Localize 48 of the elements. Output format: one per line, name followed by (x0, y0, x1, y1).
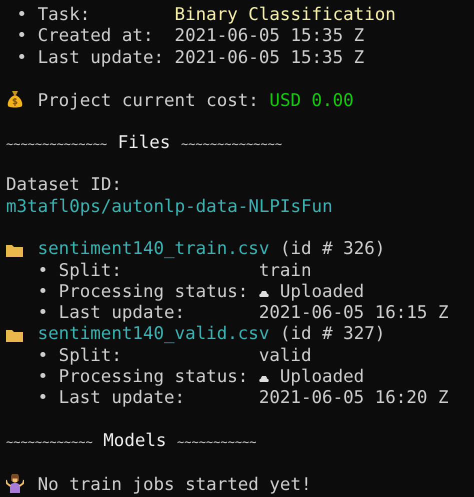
bullet: • (38, 303, 50, 324)
file-name: sentiment140_train.csv (38, 239, 270, 260)
bullet: • (38, 346, 50, 368)
tilde-rule: ~~~~~~~~~~~ (177, 434, 256, 449)
bullet: • (16, 26, 28, 48)
cloud-icon (258, 290, 269, 297)
section-title: Models (103, 430, 166, 451)
field-value: Binary Classification (174, 5, 396, 25)
bullet: • (38, 282, 50, 304)
bullet: • (38, 388, 50, 410)
tilde-rule: ~~~~~~~~~~~~~~ (6, 136, 108, 151)
field-label: Task: (38, 5, 92, 26)
dataset-label: Dataset ID: (6, 175, 122, 196)
field-value: 2021-06-05 16:15 Z (258, 303, 448, 324)
section-title: Files (118, 132, 170, 153)
cost-value: USD 0.00 (269, 91, 354, 112)
file-name: sentiment140_valid.csv (38, 324, 270, 344)
field-label: Last update: (38, 48, 166, 69)
bullet: • (38, 367, 50, 388)
field-label: Last update: (58, 388, 186, 410)
folder-icon (6, 244, 23, 258)
status-message: No train jobs started yet! (38, 474, 312, 495)
field-label: Last update: (58, 303, 186, 324)
field-label: Created at: (38, 26, 154, 48)
field-value: 2021-06-05 15:35 Z (174, 26, 364, 46)
field-value: Uploaded (280, 282, 364, 302)
cost-label: Project current cost: (38, 91, 259, 112)
file-id: (id # 327) (280, 324, 386, 344)
field-value: 2021-06-05 16:20 Z (258, 388, 448, 408)
dataset-id: m3tafl0ps/autonlp-data-NLPIsFun (6, 196, 333, 217)
field-label: Split: (58, 260, 123, 282)
field-value: train (258, 260, 312, 281)
field-value: valid (258, 346, 312, 366)
bullet: • (16, 5, 28, 26)
field-label: Processing status: (58, 367, 250, 388)
cloud-icon (258, 376, 269, 382)
field-label: Split: (58, 346, 123, 368)
field-value: 2021-06-05 15:35 Z (174, 48, 364, 68)
folder-icon (6, 329, 23, 342)
tilde-rule: ~~~~~~~~~~~~~~ (180, 136, 282, 151)
file-id: (id # 326) (280, 239, 386, 260)
field-label: Processing status: (58, 282, 250, 304)
money-bag-icon (6, 90, 24, 110)
shrugging-figure-icon (6, 474, 24, 493)
bullet: • (16, 48, 28, 69)
field-value: Uploaded (280, 367, 364, 388)
tilde-rule: ~~~~~~~~~~~~ (6, 434, 93, 449)
bullet: • (38, 260, 50, 282)
